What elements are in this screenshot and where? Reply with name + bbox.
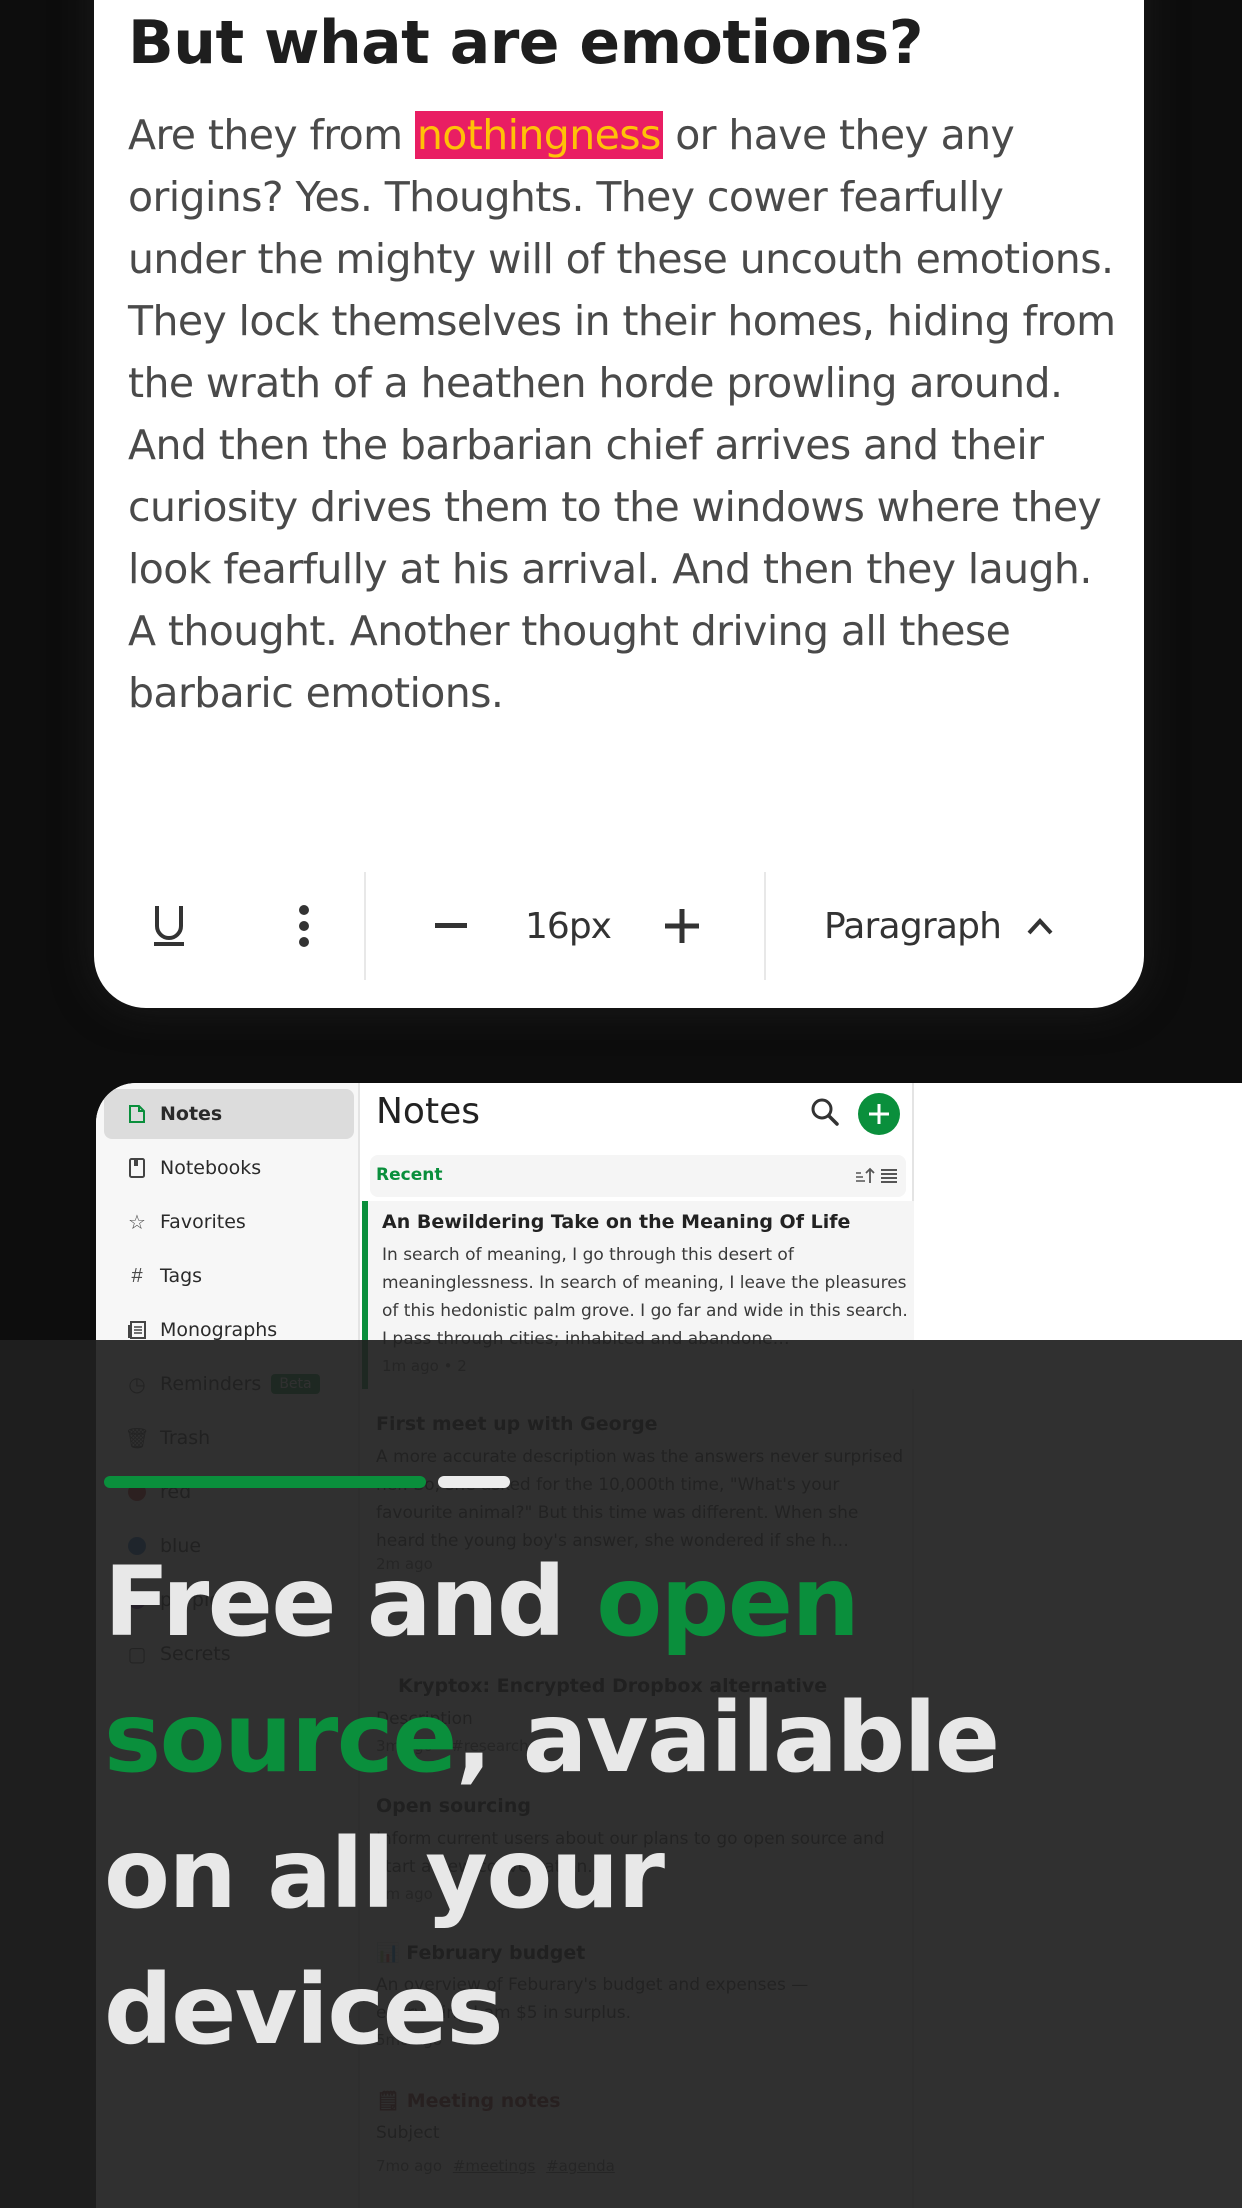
highlighted-text[interactable]: nothingness — [414, 111, 663, 159]
block-type-dropdown[interactable]: Paragraph — [766, 886, 1096, 966]
font-size-display: 16px — [525, 886, 612, 966]
sort-ascending-icon — [856, 1167, 875, 1183]
onboarding-progress-step-active — [104, 1476, 426, 1488]
paragraph-text-rest: or have they any origins? Yes. Thoughts.… — [128, 111, 1116, 717]
more-options-button[interactable] — [244, 886, 364, 966]
notebook-icon — [126, 1157, 148, 1179]
editor-toolbar: 16px Paragraph — [94, 872, 1144, 980]
decrease-font-size-button[interactable] — [366, 886, 536, 966]
underline-icon — [154, 906, 184, 946]
notes-title: Notes — [376, 1091, 480, 1132]
star-icon: ☆ — [128, 1211, 146, 1234]
search-icon — [811, 1098, 839, 1126]
headline-text: on all your — [104, 1818, 665, 1930]
view-mode-button[interactable] — [880, 1167, 898, 1185]
sidebar-item-favorites[interactable]: ☆ Favorites — [104, 1197, 354, 1247]
onboarding-progress-step-inactive — [438, 1476, 510, 1488]
headline-text: Free and — [104, 1546, 597, 1658]
list-view-icon — [881, 1169, 897, 1183]
headline-accent: source — [104, 1682, 457, 1794]
search-button[interactable] — [810, 1097, 850, 1137]
group-label: Recent — [376, 1165, 443, 1185]
editor-card: But what are emotions? Are they from not… — [94, 0, 1144, 1008]
group-header: Recent — [370, 1155, 906, 1197]
sidebar-item-notes[interactable]: Notes — [104, 1089, 354, 1139]
underline-button[interactable] — [94, 886, 244, 966]
increase-font-size-button[interactable] — [600, 886, 764, 966]
minus-icon — [435, 923, 467, 928]
plus-icon — [869, 1104, 889, 1124]
more-vertical-icon — [299, 905, 309, 947]
block-type-label: Paragraph — [824, 905, 1002, 947]
font-size-value: 16px — [525, 905, 612, 947]
monograph-icon — [126, 1319, 148, 1341]
sidebar-item-notebooks[interactable]: Notebooks — [104, 1143, 354, 1193]
sort-button[interactable] — [854, 1165, 876, 1187]
add-note-button[interactable] — [858, 1093, 900, 1135]
plus-icon — [665, 909, 699, 943]
headline-text: , available — [455, 1682, 1000, 1794]
editor-heading[interactable]: But what are emotions? — [128, 8, 924, 78]
sidebar-item-label: Favorites — [160, 1211, 246, 1233]
note-icon — [126, 1103, 148, 1125]
sidebar-item-label: Tags — [160, 1265, 203, 1287]
headline-accent: open — [596, 1546, 860, 1658]
headline-text: devices — [104, 1954, 503, 2066]
paragraph-text-start: Are they from — [128, 111, 415, 159]
sidebar-item-tags[interactable]: # Tags — [104, 1251, 354, 1301]
note-title: An Bewildering Take on the Meaning Of Li… — [382, 1211, 851, 1233]
onboarding-headline: Free and open source, available on all you… — [104, 1534, 1104, 2078]
hash-icon: # — [131, 1264, 143, 1287]
sidebar-item-label: Notes — [160, 1103, 223, 1125]
note-excerpt: In search of meaning, I go through this … — [382, 1245, 908, 1349]
sidebar-item-label: Monographs — [160, 1319, 278, 1341]
editor-paragraph[interactable]: Are they from nothingness or have they a… — [128, 104, 1128, 724]
chevron-up-icon — [1027, 918, 1053, 935]
sidebar-item-label: Notebooks — [160, 1157, 262, 1179]
